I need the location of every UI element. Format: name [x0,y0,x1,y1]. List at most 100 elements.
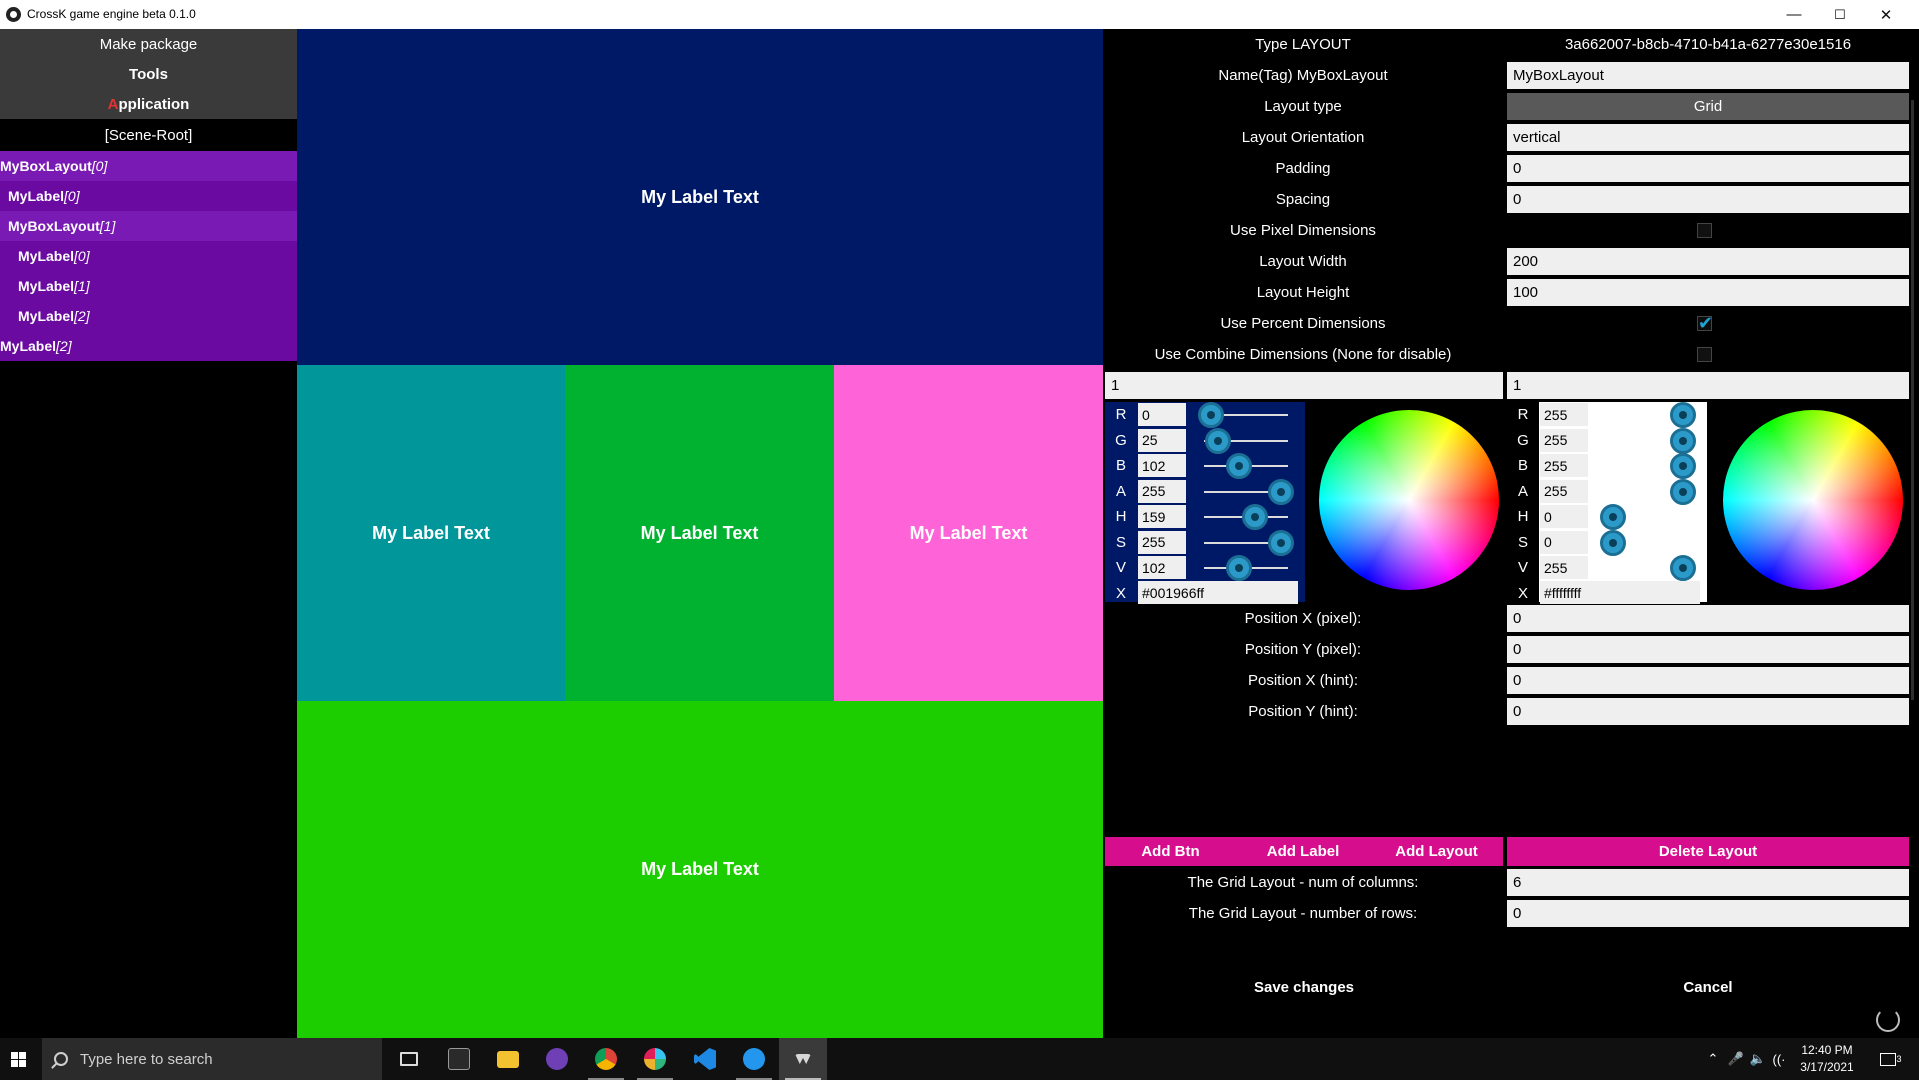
padding-input[interactable]: 0 [1507,155,1909,182]
minimize-button[interactable]: — [1771,0,1817,29]
spacing-input[interactable]: 0 [1507,186,1909,213]
github-desktop-icon[interactable] [533,1038,581,1080]
slider-knob[interactable] [1670,453,1696,479]
notification-center-icon[interactable]: 3 [1871,1038,1911,1080]
slider-knob[interactable] [1670,478,1696,505]
grid-cols-input[interactable]: 6 [1507,869,1909,896]
taskbar-search-box[interactable]: Type here to search [42,1038,382,1080]
channel-input-h[interactable]: 159 [1138,505,1186,528]
pixel-dims-checkbox[interactable] [1697,223,1712,238]
slider-knob[interactable] [1204,427,1231,454]
start-button[interactable] [0,1038,36,1080]
name-row: Name(Tag) MyBoxLayout MyBoxLayout [1103,60,1909,91]
save-changes-button[interactable]: Save changes [1105,932,1503,1042]
channel-input-b[interactable]: 255 [1540,454,1588,477]
slider-knob[interactable] [1670,555,1696,581]
color-wheel[interactable] [1319,410,1499,590]
make-package-button[interactable]: Make package [0,29,297,59]
slider-knob[interactable] [1226,555,1252,581]
channel-input-g[interactable]: 255 [1540,428,1588,452]
slack-icon[interactable] [631,1038,679,1080]
hex-input[interactable]: #001966ff [1138,581,1298,604]
tree-item[interactable]: MyLabel [2] [0,301,297,331]
network-icon[interactable]: ((· [1771,1038,1787,1080]
scrollbar-thumb[interactable] [1911,100,1914,700]
slider-knob[interactable] [1198,402,1224,428]
percent-dims-checkbox[interactable] [1697,313,1713,334]
channel-input-h[interactable]: 0 [1540,505,1588,528]
cancel-button[interactable]: Cancel [1507,932,1909,1042]
chrome-icon[interactable] [582,1038,630,1080]
tree-item[interactable]: MyLabel [2] [0,331,297,361]
percent-width-input[interactable]: 1 [1105,372,1503,399]
volume-icon[interactable]: 🔈 [1749,1038,1767,1080]
channel-input-v[interactable]: 102 [1138,556,1186,579]
tree-item[interactable]: MyBoxLayout [0] [0,151,297,181]
task-view-icon[interactable] [385,1038,433,1080]
tools-button[interactable]: Tools [0,59,297,89]
preview-label-green[interactable]: My Label Text [565,365,834,701]
name-label: Name(Tag) MyBoxLayout [1218,67,1388,84]
slider-knob[interactable] [1670,402,1696,428]
add-label-button[interactable]: Add Label [1236,837,1370,866]
slider-knob[interactable] [1268,529,1294,556]
add-btn-button[interactable]: Add Btn [1105,837,1236,866]
channel-input-g[interactable]: 25 [1138,428,1186,452]
preview-label-teal[interactable]: My Label Text [297,365,565,701]
show-hidden-icons-icon[interactable]: ⌃ [1705,1038,1721,1080]
preview-label-pink[interactable]: My Label Text [834,365,1103,701]
channel-letter: S [1115,533,1126,551]
pos-y-hint-input[interactable]: 0 [1507,698,1909,725]
slider-knob[interactable] [1268,478,1294,505]
slider-knob[interactable] [1226,453,1252,479]
channel-input-s[interactable]: 255 [1138,530,1186,554]
file-explorer-icon[interactable] [484,1038,532,1080]
name-input[interactable]: MyBoxLayout [1507,62,1909,89]
channel-input-a[interactable]: 255 [1138,479,1186,503]
preview-label-top[interactable]: My Label Text [297,29,1103,365]
channel-letter: R [1517,406,1529,423]
application-button[interactable]: Application [0,89,297,119]
pos-x-pixel-row: Position X (pixel): 0 [1103,603,1909,634]
grid-rows-input[interactable]: 0 [1507,900,1909,927]
channel-input-s[interactable]: 0 [1540,530,1588,554]
maximize-button[interactable]: ☐ [1817,0,1863,29]
vscode-icon[interactable] [681,1038,729,1080]
tree-item[interactable]: MyBoxLayout [1] [0,211,297,241]
slider-knob[interactable] [1600,504,1626,530]
tree-item[interactable]: MyLabel [0] [0,181,297,211]
pos-x-hint-input[interactable]: 0 [1507,667,1909,694]
hex-input[interactable]: #ffffffff [1540,581,1700,604]
channel-input-r[interactable]: 255 [1540,403,1588,426]
refresh-icon[interactable] [1876,1008,1900,1032]
combine-dims-checkbox[interactable] [1697,347,1712,362]
delete-layout-button[interactable]: Delete Layout [1507,837,1909,866]
add-layout-button[interactable]: Add Layout [1370,837,1503,866]
close-button[interactable]: ✕ [1863,0,1909,29]
channel-input-a[interactable]: 255 [1540,479,1588,503]
height-input[interactable]: 100 [1507,279,1909,306]
layout-type-dropdown[interactable]: Grid [1507,93,1909,120]
tree-item[interactable]: MyLabel [0] [0,241,297,271]
microphone-icon[interactable]: 🎤 [1727,1038,1745,1080]
crossk-app-icon[interactable] [779,1038,827,1080]
percent-height-input[interactable]: 1 [1507,372,1909,399]
scene-root-item[interactable]: [Scene-Root] [0,119,297,151]
width-input[interactable]: 200 [1507,248,1909,275]
docker-icon[interactable] [730,1038,778,1080]
pos-x-pixel-input[interactable]: 0 [1507,605,1909,632]
channel-input-b[interactable]: 102 [1138,454,1186,477]
color-sliders [1588,402,1700,602]
channel-input-v[interactable]: 255 [1540,556,1588,579]
system-clock[interactable]: 12:40 PM 3/17/2021 [1787,1042,1867,1076]
preview-label-bottom[interactable]: My Label Text [297,701,1103,1038]
terminal-icon[interactable] [435,1038,483,1080]
slider-knob[interactable] [1600,529,1626,556]
pos-y-pixel-input[interactable]: 0 [1507,636,1909,663]
channel-input-r[interactable]: 0 [1138,403,1186,426]
slider-knob[interactable] [1241,504,1268,530]
tree-item[interactable]: MyLabel [1] [0,271,297,301]
orientation-input[interactable]: vertical [1507,124,1909,151]
color-wheel[interactable] [1723,410,1903,590]
slider-knob[interactable] [1670,427,1696,454]
